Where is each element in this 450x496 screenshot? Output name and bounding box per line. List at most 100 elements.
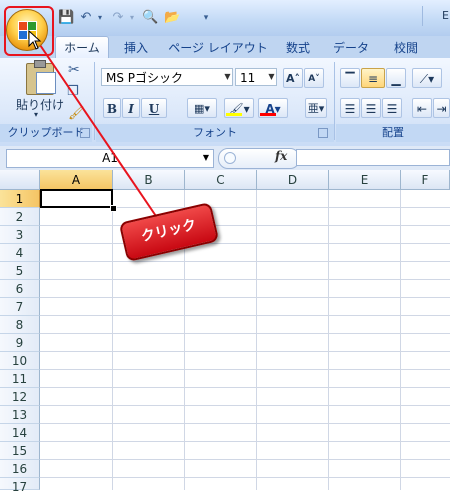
column-header-c[interactable]: C [185,170,257,190]
clipboard-group-label: クリップボード [0,124,92,142]
tab-home[interactable]: ホーム [55,36,109,59]
redo-icon[interactable]: ↷ [110,10,126,26]
align-bottom-icon[interactable]: ▁ [386,68,406,88]
tab-page-layout[interactable]: ページ レイアウト [166,38,270,58]
column-header-b[interactable]: B [113,170,185,190]
formula-bar-resize-handle[interactable] [224,152,236,164]
paste-sheet-icon [36,72,56,94]
column-header-d[interactable]: D [257,170,329,190]
copy-icon[interactable]: ❐ [67,84,79,99]
grid-line [40,387,450,388]
tab-review[interactable]: 校閲 [386,38,426,58]
alignment-group-label: 配置 [336,124,450,142]
grid-line [40,333,450,334]
select-all-button[interactable] [0,170,40,190]
align-middle-icon[interactable]: ≡ [361,68,385,88]
grid-line [256,190,257,490]
tab-data[interactable]: データ [326,38,376,58]
qat-customize-icon[interactable]: ▾ [198,10,214,26]
font-color-swatch [260,113,276,116]
decrease-indent-icon[interactable]: ⇤ [412,98,432,118]
paste-button[interactable]: 貼り付け [16,96,64,113]
grid-line [328,190,329,490]
font-size-dropdown-icon[interactable]: ▼ [266,68,277,86]
align-center-icon[interactable]: ☰ [361,98,381,118]
grid-line [112,190,113,490]
phonetic-guide-icon[interactable]: 亜▾ [305,98,327,118]
row-header-1[interactable]: 1 [0,190,40,208]
grid-line [400,190,401,490]
row-header-11[interactable]: 11 [0,370,40,388]
grid-line [40,315,450,316]
row-header-17[interactable]: 17 [0,478,40,494]
grid-line [40,297,450,298]
italic-button[interactable]: I [122,98,140,118]
tab-formulas[interactable]: 数式 [278,38,318,58]
tab-insert[interactable]: 挿入 [114,38,158,58]
align-left-icon[interactable]: ☰ [340,98,360,118]
shrink-font-button[interactable]: A˅ [304,68,324,88]
font-name-combo[interactable]: MS Pゴシック [101,68,233,86]
title-separator [422,6,423,26]
row-header-9[interactable]: 9 [0,334,40,352]
worksheet-grid[interactable] [0,170,450,490]
grid-line [40,459,450,460]
row-header-14[interactable]: 14 [0,424,40,442]
group-separator [94,62,95,140]
underline-button[interactable]: U [141,98,167,118]
grid-line [40,261,450,262]
undo-icon[interactable]: ↶ [78,10,94,26]
grid-line [40,405,450,406]
row-header-16[interactable]: 16 [0,460,40,478]
grow-font-button[interactable]: A˄ [283,68,303,88]
border-icon[interactable]: ▦▾ [187,98,217,118]
align-right-icon[interactable]: ☰ [382,98,402,118]
format-painter-icon[interactable]: 🖌 [68,106,85,121]
row-header-8[interactable]: 8 [0,316,40,334]
active-cell-a1[interactable] [40,189,113,208]
fill-color-swatch [226,113,242,116]
mouse-cursor-icon [28,30,42,50]
bold-button[interactable]: B [103,98,121,118]
grid-line [40,441,450,442]
grid-line [40,351,450,352]
column-header-a[interactable]: A [40,170,113,190]
print-preview-icon[interactable]: 🔍 [142,10,158,26]
row-header-12[interactable]: 12 [0,388,40,406]
row-header-3[interactable]: 3 [0,226,40,244]
group-separator [334,62,335,140]
paste-dropdown-icon[interactable]: ▾ [34,110,38,119]
open-folder-icon[interactable]: 📂 [164,10,180,26]
grid-line [40,477,450,478]
redo-dropdown-icon[interactable]: ▾ [128,10,136,26]
row-header-7[interactable]: 7 [0,298,40,316]
fill-handle[interactable] [110,205,117,212]
row-header-15[interactable]: 15 [0,442,40,460]
grid-line [40,243,450,244]
row-header-4[interactable]: 4 [0,244,40,262]
row-header-10[interactable]: 10 [0,352,40,370]
font-name-dropdown-icon[interactable]: ▼ [222,68,233,86]
clipboard-launcher-icon[interactable] [80,128,90,138]
formula-input[interactable] [296,149,450,166]
row-header-13[interactable]: 13 [0,406,40,424]
undo-dropdown-icon[interactable]: ▾ [96,10,104,26]
row-header-2[interactable]: 2 [0,208,40,226]
align-top-icon[interactable]: ▔ [340,68,360,88]
font-launcher-icon[interactable] [318,128,328,138]
grid-line [40,423,450,424]
insert-function-icon[interactable]: fx [275,149,287,163]
column-header-f[interactable]: F [401,170,450,190]
increase-indent-icon[interactable]: ⇥ [433,98,450,118]
grid-line [40,369,450,370]
name-box-dropdown-icon[interactable]: ▼ [201,150,211,166]
text-orientation-icon[interactable]: ⟋▾ [412,68,442,88]
save-icon[interactable]: 💾 [58,10,74,26]
name-box[interactable]: A1 [6,149,214,168]
font-group-label: フォント [96,124,334,142]
column-header-e[interactable]: E [329,170,401,190]
row-header-6[interactable]: 6 [0,280,40,298]
window-title: E [442,9,449,22]
row-header-5[interactable]: 5 [0,262,40,280]
cut-icon[interactable]: ✂ [68,62,80,78]
